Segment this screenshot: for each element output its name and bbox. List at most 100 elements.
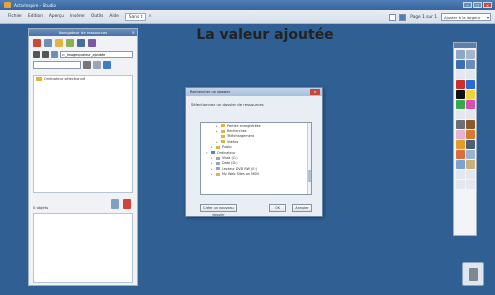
menu-file[interactable]: Fichier	[8, 14, 22, 19]
profile-icon[interactable]	[466, 50, 475, 59]
color-blue-swatch[interactable]	[466, 80, 475, 89]
browse-folder-dialog: Rechercher un dossier × Sélectionnez un …	[185, 87, 323, 217]
dialog-tree-item-label: Parties enregistrées	[227, 123, 261, 128]
color-red-swatch[interactable]	[456, 80, 465, 89]
help-icon[interactable]	[103, 61, 111, 69]
toolbox-grid	[454, 48, 476, 191]
page-view-icon[interactable]	[399, 13, 407, 21]
resource-browser-panel: Navigateur de ressources × c:_images/val…	[28, 28, 138, 286]
folder-icon	[216, 145, 220, 149]
resource-items-area[interactable]	[33, 213, 133, 283]
resource-folder-tree[interactable]: Ordinateur sélectionné	[33, 75, 133, 193]
expander-icon[interactable]: ▸	[211, 156, 214, 160]
search-row	[29, 59, 137, 71]
lower-panel-icons	[111, 199, 131, 209]
dialog-scrollbar[interactable]	[307, 123, 311, 194]
connector-icon[interactable]	[466, 150, 475, 159]
expander-icon[interactable]: ▸	[216, 140, 219, 144]
search-icon[interactable]	[83, 61, 91, 69]
dialog-tree-item[interactable]: ▸ My Web Sites on MSN	[201, 172, 311, 177]
panel-close-icon[interactable]: ×	[132, 29, 135, 36]
notes-browser-icon[interactable]	[77, 39, 85, 47]
resource-path-field[interactable]: c:_images/valeur_ajoutée	[60, 51, 133, 58]
pin-icon[interactable]	[33, 39, 41, 47]
next-page-icon[interactable]	[466, 70, 475, 79]
reveal-icon[interactable]	[466, 160, 475, 169]
dialog-tree-item-label: Vista (C:)	[222, 156, 238, 161]
ok-button[interactable]: OK	[269, 204, 286, 212]
shared-resources-icon[interactable]	[42, 51, 49, 58]
redo-icon[interactable]	[466, 170, 475, 179]
trash-icon[interactable]	[462, 262, 484, 286]
menu-view[interactable]: Aperçu	[49, 14, 64, 19]
grid-view-icon[interactable]	[389, 13, 397, 21]
computer-resources-icon[interactable]	[51, 51, 58, 58]
dialog-tree-item-label: Public	[222, 145, 233, 150]
minimize-button[interactable]: –	[463, 1, 472, 8]
folder-icon	[221, 124, 225, 128]
new-folder-button[interactable]: Créer un nouveau dossier	[200, 204, 237, 217]
pen-icon[interactable]	[466, 120, 475, 129]
page-browser-icon[interactable]	[44, 39, 52, 47]
reset-icon[interactable]	[456, 180, 465, 189]
page-count: Page 1 sur 1	[410, 14, 437, 20]
magic-ink-icon[interactable]	[456, 160, 465, 169]
maximize-button[interactable]: □	[473, 1, 482, 8]
flipchart-tab[interactable]: Sans t	[124, 12, 147, 21]
resource-browser-icon[interactable]	[55, 39, 63, 47]
eraser-icon[interactable]	[466, 130, 475, 139]
tree-item-selected-computer[interactable]: Ordinateur sélectionné	[34, 76, 132, 82]
window-controls: – □ ×	[463, 1, 492, 8]
color-yellow-swatch[interactable]	[466, 90, 475, 99]
dialog-tree-item-label: Ordinateur	[217, 150, 236, 155]
close-window-button[interactable]: ×	[483, 1, 492, 8]
properties-browser-icon[interactable]	[88, 39, 96, 47]
dialog-folder-tree[interactable]: ▸ Parties enregistrées ▸ Recherches Téléchar…	[200, 122, 312, 195]
tree-item-label: Ordinateur sélectionné	[44, 77, 86, 81]
expander-icon[interactable]: ▸	[211, 145, 214, 149]
menu-help[interactable]: Aide	[109, 14, 119, 19]
main-menu-icon[interactable]	[456, 50, 465, 59]
preview-icon[interactable]	[111, 199, 119, 209]
menu-tools[interactable]: Outils	[91, 14, 103, 19]
desktop-icon[interactable]	[456, 60, 465, 69]
resource-delete-icon[interactable]	[123, 199, 131, 209]
expander-icon[interactable]: ▸	[216, 124, 219, 128]
folder-icon	[221, 140, 225, 144]
color-black-swatch[interactable]	[456, 90, 465, 99]
shape-icon[interactable]	[456, 140, 465, 149]
object-browser-icon[interactable]	[66, 39, 74, 47]
width-slider-icon[interactable]	[456, 110, 465, 119]
browser-tabs	[29, 36, 137, 50]
expander-icon[interactable]: ▸	[211, 161, 214, 165]
menu-insert[interactable]: Insérer	[70, 14, 85, 19]
select-arrow-icon[interactable]	[456, 120, 465, 129]
view-icon[interactable]	[93, 61, 101, 69]
text-icon[interactable]	[466, 140, 475, 149]
fill-icon[interactable]	[456, 150, 465, 159]
highlighter-icon[interactable]	[456, 130, 465, 139]
page-title[interactable]: La valeur ajoutée	[180, 27, 350, 43]
close-tab-icon[interactable]: ×	[148, 14, 152, 19]
zoom-select[interactable]: Ajuster à la largeur	[441, 13, 491, 21]
expander-icon[interactable]: ▸	[211, 172, 214, 176]
page-icon[interactable]	[466, 60, 475, 69]
prev-page-icon[interactable]	[456, 70, 465, 79]
color-green-swatch[interactable]	[456, 100, 465, 109]
cancel-button[interactable]: Annuler	[292, 204, 312, 212]
dialog-close-button[interactable]: ×	[310, 89, 320, 95]
user-resources-icon[interactable]	[33, 51, 40, 58]
color-pink-swatch[interactable]	[466, 100, 475, 109]
main-toolbox	[453, 42, 477, 236]
dialog-scrollbar-thumb[interactable]	[307, 170, 311, 182]
undo-icon[interactable]	[456, 170, 465, 179]
width-value-icon[interactable]	[466, 110, 475, 119]
expander-icon[interactable]: ▸	[216, 129, 219, 133]
menu-edit[interactable]: Edition	[28, 14, 43, 19]
menu-bar: Fichier Edition Aperçu Insérer Outils Ai…	[0, 10, 495, 24]
resource-search-input[interactable]	[33, 61, 81, 69]
computer-icon	[211, 151, 215, 155]
expander-icon[interactable]: ▾	[206, 151, 209, 155]
expander-icon[interactable]: ▸	[211, 167, 214, 171]
clear-icon[interactable]	[466, 180, 475, 189]
